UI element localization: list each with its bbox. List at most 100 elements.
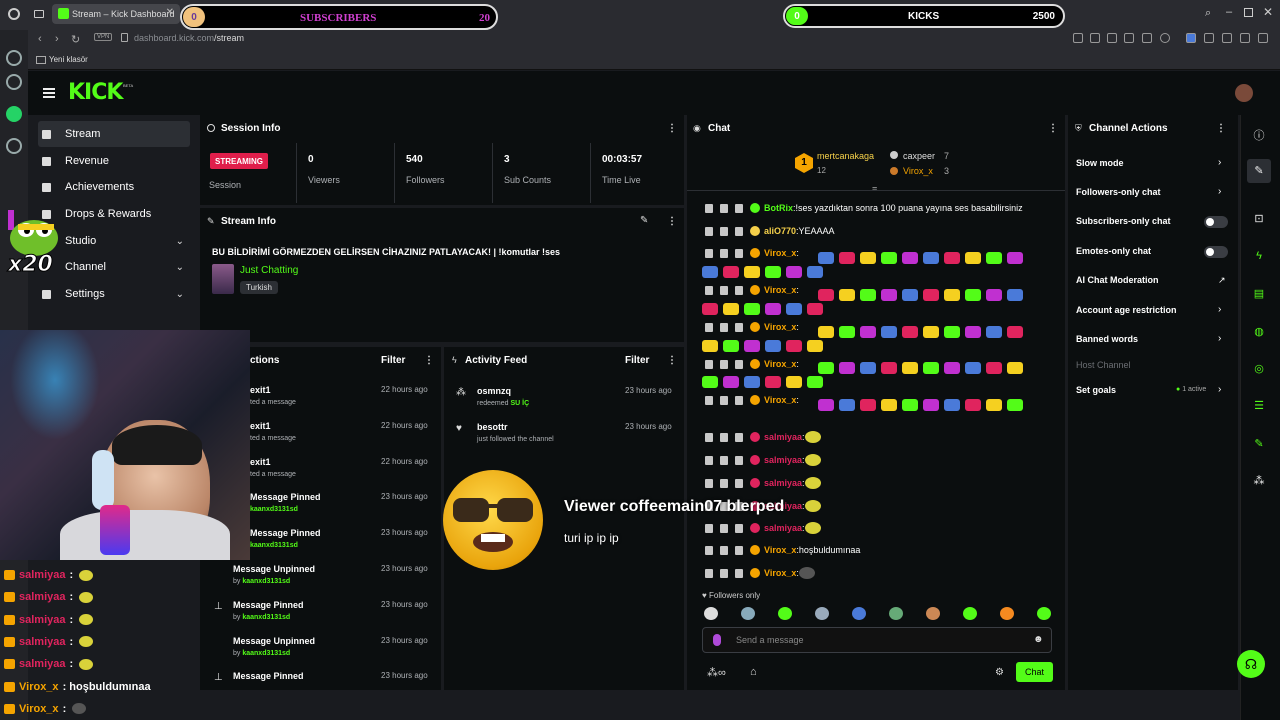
chat-username[interactable]: Virox_x	[764, 545, 796, 555]
category-link[interactable]: Just Chatting	[240, 265, 298, 276]
delete-icon[interactable]	[705, 322, 713, 332]
close-window-icon[interactable]: ✕	[1263, 5, 1273, 19]
ban-icon[interactable]	[735, 322, 743, 332]
more-options-icon[interactable]: ⋮	[667, 355, 677, 366]
store-icon[interactable]: ⌂	[750, 666, 757, 678]
category-thumbnail[interactable]	[212, 264, 234, 294]
delete-icon[interactable]	[705, 523, 713, 533]
delete-icon[interactable]	[705, 568, 713, 578]
timeout-icon[interactable]	[720, 322, 728, 332]
extension-icon[interactable]	[1073, 33, 1083, 43]
timeout-icon[interactable]	[720, 395, 728, 405]
apps-icon[interactable]: ⁂	[1253, 474, 1265, 487]
sidebar-item-achievements[interactable]: Achievements	[38, 174, 190, 200]
back-icon[interactable]: ‹	[38, 33, 42, 45]
chat-username[interactable]: salmiyaa	[764, 478, 802, 488]
extension-icon[interactable]	[1107, 33, 1117, 43]
aria-icon[interactable]	[6, 74, 22, 90]
ban-icon[interactable]	[735, 395, 743, 405]
mod-action-by[interactable]: kaanxd3131sd	[250, 506, 298, 513]
more-options-icon[interactable]: ⋮	[667, 216, 677, 227]
external-link-icon[interactable]: ↗	[1218, 275, 1226, 286]
kick-logo[interactable]: KICK	[68, 80, 123, 105]
channel-action-emotes-only-chat[interactable]: Emotes-only chat	[1076, 246, 1151, 256]
timeout-icon[interactable]	[720, 248, 728, 258]
minimize-icon[interactable]: –	[1226, 6, 1232, 18]
quick-emote-icon[interactable]	[963, 607, 977, 620]
heart-icon[interactable]	[1160, 33, 1170, 43]
chat-username[interactable]: Virox_x	[764, 322, 796, 332]
reload-icon[interactable]: ↻	[71, 33, 80, 46]
ban-icon[interactable]	[735, 568, 743, 578]
chat-username[interactable]: Virox_x	[764, 248, 796, 258]
chat-username[interactable]: salmiyaa	[764, 455, 802, 465]
download-icon[interactable]	[1240, 33, 1250, 43]
mod-action-by[interactable]: kaanxd3131sd	[242, 614, 290, 621]
ban-icon[interactable]	[735, 455, 743, 465]
chat-message[interactable]: salmiyaa:	[705, 521, 826, 535]
ban-icon[interactable]	[735, 523, 743, 533]
speed-dial-icon[interactable]	[6, 50, 22, 66]
chat-message[interactable]: Virox_x:	[705, 283, 799, 297]
chat-bubble-icon[interactable]: ◍	[1253, 325, 1265, 338]
channel-action-ai-chat-moderation[interactable]: AI Chat Moderation	[1076, 275, 1159, 285]
vpn-badge[interactable]: VPN	[94, 33, 113, 41]
mic-icon[interactable]	[713, 634, 721, 646]
ban-icon[interactable]	[735, 248, 743, 258]
chat-settings-icon[interactable]: ⚙	[995, 667, 1004, 678]
timeout-icon[interactable]	[720, 203, 728, 213]
chat-message[interactable]: Virox_x: hoşbuldumınaa	[705, 543, 860, 557]
extension-icon[interactable]	[1142, 33, 1152, 43]
url-field[interactable]: dashboard.kick.com/stream	[134, 33, 244, 43]
delete-icon[interactable]	[705, 248, 713, 258]
menu-icon[interactable]	[1258, 33, 1268, 43]
delete-icon[interactable]	[705, 203, 713, 213]
ban-icon[interactable]	[735, 432, 743, 442]
filter-button[interactable]: Filter	[381, 355, 405, 366]
quick-emote-icon[interactable]	[778, 607, 792, 620]
timeout-icon[interactable]	[720, 523, 728, 533]
chevron-right-icon[interactable]: ›	[1218, 333, 1221, 344]
ban-icon[interactable]	[735, 203, 743, 213]
chat-username[interactable]: Virox_x	[764, 395, 796, 405]
channel-action-followers-only-chat[interactable]: Followers-only chat	[1076, 187, 1161, 197]
chat-username[interactable]: salmiyaa	[764, 432, 802, 442]
delete-icon[interactable]	[705, 359, 713, 369]
chevron-right-icon[interactable]: ›	[1218, 384, 1221, 395]
chat-username[interactable]: aliO770	[764, 226, 796, 236]
tag-chip[interactable]: Turkish	[240, 281, 278, 294]
channel-action-slow-mode[interactable]: Slow mode	[1076, 158, 1124, 168]
bookmark-folder[interactable]: Yeni klasör	[49, 55, 88, 64]
send-chat-button[interactable]: Chat	[1016, 662, 1053, 682]
edit-icon[interactable]: ✎	[640, 215, 648, 226]
chat-message[interactable]: salmiyaa:	[705, 453, 826, 467]
info-icon[interactable]: ⓘ	[1253, 127, 1265, 142]
delete-icon[interactable]	[705, 478, 713, 488]
user-avatar[interactable]	[1235, 84, 1253, 102]
list-icon[interactable]: ☰	[1253, 399, 1265, 412]
quick-emote-icon[interactable]	[1037, 607, 1051, 620]
ban-icon[interactable]	[735, 226, 743, 236]
whatsapp-icon[interactable]	[6, 106, 22, 122]
history-icon[interactable]	[6, 138, 22, 154]
chat-username[interactable]: BotRix	[764, 203, 793, 213]
more-options-icon[interactable]: ⋮	[667, 123, 677, 134]
more-options-icon[interactable]: ⋮	[424, 355, 434, 366]
channel-action-set-goals[interactable]: Set goals	[1076, 385, 1116, 395]
extension-icon[interactable]	[1204, 33, 1214, 43]
points-icon[interactable]: ⁂∞	[707, 666, 726, 679]
delete-icon[interactable]	[705, 285, 713, 295]
delete-icon[interactable]	[705, 455, 713, 465]
timeout-icon[interactable]	[720, 478, 728, 488]
timeout-icon[interactable]	[720, 568, 728, 578]
ban-icon[interactable]	[735, 545, 743, 555]
chat-message[interactable]: Virox_x:	[705, 566, 820, 580]
chevron-right-icon[interactable]: ›	[1218, 186, 1221, 197]
quick-emote-icon[interactable]	[1000, 607, 1014, 620]
maximize-icon[interactable]	[1244, 8, 1253, 17]
notes-icon[interactable]: ▤	[1253, 287, 1265, 300]
broadcast-icon[interactable]: ◎	[1253, 362, 1265, 375]
mod-action-by[interactable]: kaanxd3131sd	[242, 650, 290, 657]
delete-icon[interactable]	[705, 545, 713, 555]
quick-emote-icon[interactable]	[741, 607, 755, 620]
